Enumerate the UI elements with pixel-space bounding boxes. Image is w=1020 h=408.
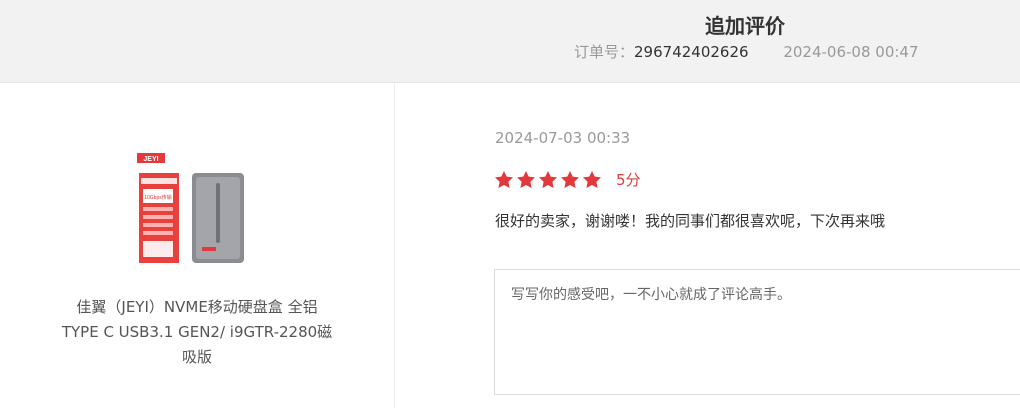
review-text: 很好的卖家，谢谢喽！我的同事们都很喜欢呢，下次再来哦 (495, 212, 886, 230)
product-name-line[interactable]: TYPE C USB3.1 GEN2/ i9GTR-2280磁 (40, 320, 354, 345)
box-badge-text: 10Gbps传输 (144, 194, 172, 201)
order-meta: 订单号：296742402626 2024-06-08 00:47 (574, 41, 919, 62)
follow-up-review-input[interactable] (494, 269, 1020, 395)
rating-score: 5分 (616, 171, 641, 189)
star-icon (495, 170, 513, 188)
box-line (143, 231, 173, 235)
order-number: 296742402626 (634, 43, 749, 61)
page-title: 追加评价 (705, 14, 785, 38)
star-icon (561, 170, 579, 188)
product-panel: JEYI 10Gbps传输 佳翼（JEYI）NVME移动硬盘盒 全铝 TYPE … (0, 83, 395, 408)
order-time: 2024-06-08 00:47 (783, 43, 919, 61)
box-label (141, 178, 177, 184)
box-line (143, 215, 173, 219)
star-icon (517, 170, 535, 188)
page-header: 追加评价 订单号：296742402626 2024-06-08 00:47 (0, 0, 1020, 83)
enclosure-logo (202, 247, 216, 251)
order-label: 订单号： (574, 43, 635, 61)
star-rating: 5分 (494, 169, 641, 190)
product-name-line[interactable]: 佳翼（JEYI）NVME移动硬盘盒 全铝 (40, 295, 354, 320)
box-line (143, 223, 173, 227)
brand-tag-text: JEYI (143, 156, 158, 163)
review-panel: 2024-07-03 00:33 5分 很好的卖家，谢谢喽！我的同事们都很喜欢呢… (395, 83, 1020, 408)
box-photo (143, 241, 173, 257)
product-image[interactable]: JEYI 10Gbps传输 (134, 149, 258, 273)
box-line (143, 207, 173, 211)
product-name[interactable]: 佳翼（JEYI）NVME移动硬盘盒 全铝 TYPE C USB3.1 GEN2/… (40, 295, 354, 370)
enclosure-groove (216, 183, 220, 243)
review-date: 2024-07-03 00:33 (495, 129, 631, 147)
star-icon (539, 170, 557, 188)
star-icon (583, 170, 601, 188)
product-name-line[interactable]: 吸版 (40, 345, 354, 370)
